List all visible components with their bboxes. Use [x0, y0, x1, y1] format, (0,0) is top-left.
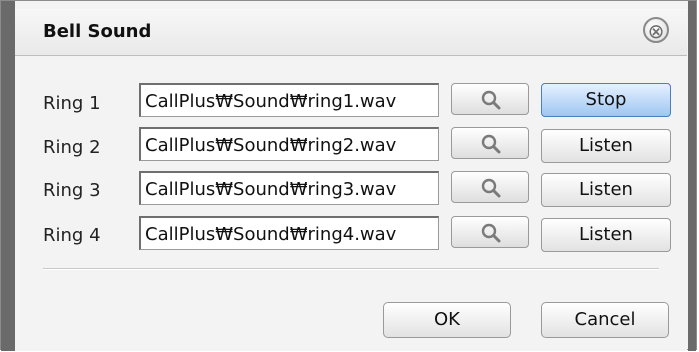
cancel-button[interactable]: Cancel [541, 302, 669, 338]
magnifier-search-icon [481, 90, 501, 110]
ring-4-label: Ring 4 [43, 225, 101, 246]
ring-3-path-field[interactable]: CallPlus₩Sound₩ring3.wav [139, 171, 439, 205]
ring-2-listen-button[interactable]: Listen [541, 129, 671, 163]
window-right-frame [688, 1, 696, 351]
ring-3-listen-button[interactable]: Listen [541, 173, 671, 207]
ring-3-browse-button[interactable] [451, 171, 529, 203]
magnifier-search-icon [481, 134, 501, 154]
close-icon[interactable]: ⊗ [643, 17, 669, 43]
ring-2-label: Ring 2 [43, 137, 101, 158]
bell-sound-dialog: Bell Sound ⊗ Ring 1 CallPlus₩Sound₩ring1… [0, 0, 697, 351]
title-bar[interactable]: Bell Sound ⊗ [15, 9, 687, 56]
ring-4-path-field[interactable]: CallPlus₩Sound₩ring4.wav [139, 216, 439, 250]
divider [43, 268, 659, 270]
ring-2-browse-button[interactable] [451, 127, 529, 159]
dialog-title: Bell Sound [43, 21, 152, 42]
ring-4-listen-button[interactable]: Listen [541, 218, 671, 252]
ring-1-path-field[interactable]: CallPlus₩Sound₩ring1.wav [139, 83, 439, 117]
ring-1-label: Ring 1 [43, 93, 101, 114]
window-left-frame [1, 1, 15, 351]
ring-3-label: Ring 3 [43, 180, 101, 201]
magnifier-search-icon [481, 223, 501, 243]
ring-1-stop-button[interactable]: Stop [541, 83, 671, 117]
dialog-content: Ring 1 CallPlus₩Sound₩ring1.wav Stop Rin… [15, 56, 687, 351]
ring-1-browse-button[interactable] [451, 83, 529, 115]
ok-button[interactable]: OK [383, 302, 511, 338]
ring-4-browse-button[interactable] [451, 216, 529, 248]
magnifier-search-icon [481, 178, 501, 198]
ring-2-path-field[interactable]: CallPlus₩Sound₩ring2.wav [139, 127, 439, 161]
